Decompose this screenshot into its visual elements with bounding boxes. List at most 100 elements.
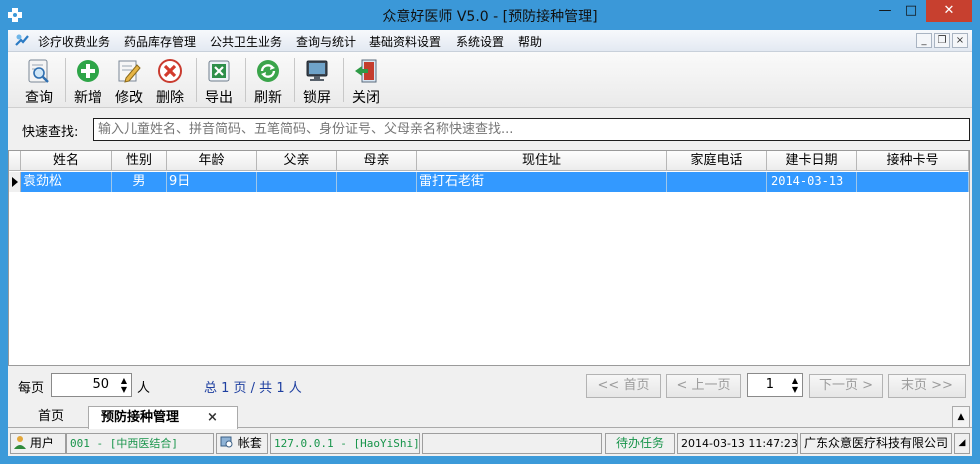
export-icon xyxy=(208,60,230,82)
edit-icon xyxy=(118,60,141,83)
grid-corner-header xyxy=(9,151,21,171)
cell-sex[interactable]: 男 xyxy=(112,172,167,192)
mdi-close-button[interactable]: × xyxy=(952,33,968,48)
status-bar: 用户 001 - [中西医结合] 帐套 127.0.0.1 - [HaoYiSh… xyxy=(8,431,972,456)
refresh-button-label: 刷新 xyxy=(254,90,282,106)
tab-vaccination-management[interactable]: 预防接种管理 × xyxy=(88,406,238,429)
query-icon xyxy=(28,59,49,83)
table-row[interactable]: 袁劲松 男 9日 雷打石老街 2014-03-13 xyxy=(9,172,969,192)
status-user-value: 001 - [中西医结合] xyxy=(66,433,214,454)
page-number-spinner[interactable]: 1 ▲ ▼ xyxy=(747,373,803,397)
status-account-panel: 帐套 xyxy=(216,433,268,454)
col-header-mother[interactable]: 母亲 xyxy=(337,151,417,171)
spin-arrows-icon[interactable]: ▲ ▼ xyxy=(792,376,798,394)
title-bar[interactable]: 众意好医师 V5.0 - [预防接种管理] — □ ✕ xyxy=(0,0,980,30)
tab-home[interactable]: 首页 xyxy=(16,406,86,428)
per-page-unit: 人 xyxy=(137,381,151,396)
app-window: 众意好医师 V5.0 - [预防接种管理] — □ ✕ 诊疗收费业务 药品库存管… xyxy=(0,0,980,464)
search-label: 快速查找: xyxy=(22,125,79,140)
window-minimize-button[interactable]: — xyxy=(872,0,898,22)
status-user-panel: 用户 xyxy=(10,433,66,454)
col-header-name[interactable]: 姓名 xyxy=(21,151,112,171)
document-tab-strip: 首页 预防接种管理 × ▲ xyxy=(8,406,972,429)
tab-label: 预防接种管理 xyxy=(101,410,180,425)
cell-address[interactable]: 雷打石老街 xyxy=(417,172,667,192)
menu-help[interactable]: 帮助 xyxy=(518,33,542,50)
cell-mother[interactable] xyxy=(337,172,417,192)
menu-system-settings[interactable]: 系统设置 xyxy=(456,33,504,50)
menu-basic-settings[interactable]: 基础资料设置 xyxy=(369,33,441,50)
quick-search-input[interactable] xyxy=(93,118,970,141)
status-account-label: 帐套 xyxy=(237,436,262,450)
delete-button[interactable]: 删除 xyxy=(148,55,192,106)
account-icon xyxy=(220,436,233,448)
tab-scroll-up-button[interactable]: ▲ xyxy=(952,406,970,428)
edit-button[interactable]: 修改 xyxy=(107,55,151,106)
per-page-value: 50 xyxy=(92,377,109,392)
spin-arrows-icon[interactable]: ▲ ▼ xyxy=(121,376,127,394)
next-page-button[interactable]: 下一页 > xyxy=(809,374,883,398)
exit-door-icon xyxy=(355,59,377,83)
status-user-label: 用户 xyxy=(29,436,54,450)
user-icon xyxy=(14,436,26,449)
status-grip-icon[interactable]: ◢ xyxy=(954,433,970,454)
window-close-button[interactable]: ✕ xyxy=(926,0,972,22)
status-datetime: 2014-03-13 11:47:23 xyxy=(677,433,798,454)
menu-public-health[interactable]: 公共卫生业务 xyxy=(210,33,282,50)
app-menu-icon[interactable] xyxy=(14,33,30,49)
window-maximize-button[interactable]: □ xyxy=(898,0,924,22)
close-button[interactable]: 关闭 xyxy=(344,55,388,106)
delete-icon xyxy=(158,59,182,83)
status-empty-panel xyxy=(422,433,602,454)
close-button-label: 关闭 xyxy=(352,90,380,106)
window-title: 众意好医师 V5.0 - [预防接种管理] xyxy=(382,9,598,25)
add-icon xyxy=(77,60,99,82)
current-row-arrow-icon xyxy=(12,177,18,187)
mdi-minimize-button[interactable]: _ xyxy=(916,33,932,48)
cell-phone[interactable] xyxy=(667,172,767,192)
cell-card-no[interactable] xyxy=(857,172,969,192)
cell-age[interactable]: 9日 xyxy=(167,172,257,192)
menu-clinic-billing[interactable]: 诊疗收费业务 xyxy=(38,33,110,50)
toolbar: 查询 新增 修改 删除 导出 刷新 锁屏 关闭 xyxy=(8,52,972,108)
monitor-icon xyxy=(306,60,328,81)
col-header-sex[interactable]: 性别 xyxy=(112,151,167,171)
pager-summary: 总 1 页 / 共 1 人 xyxy=(204,381,302,396)
last-page-button[interactable]: 末页 >> xyxy=(888,374,966,398)
lock-screen-button-label: 锁屏 xyxy=(303,90,331,106)
col-header-card-date[interactable]: 建卡日期 xyxy=(767,151,857,171)
col-header-phone[interactable]: 家庭电话 xyxy=(667,151,767,171)
cell-father[interactable] xyxy=(257,172,337,192)
col-header-card-no[interactable]: 接种卡号 xyxy=(857,151,969,171)
first-page-button[interactable]: << 首页 xyxy=(586,374,661,398)
status-todo-tasks[interactable]: 待办任务 xyxy=(605,433,675,454)
prev-page-button[interactable]: < 上一页 xyxy=(666,374,741,398)
mdi-restore-button[interactable]: ❐ xyxy=(934,33,950,48)
status-account-value: 127.0.0.1 - [HaoYiShi] xyxy=(270,433,420,454)
export-button-label: 导出 xyxy=(205,90,233,106)
main-frame: 诊疗收费业务 药品库存管理 公共卫生业务 查询与统计 基础资料设置 系统设置 帮… xyxy=(8,30,972,456)
per-page-label: 每页 xyxy=(18,381,45,396)
query-button[interactable]: 查询 xyxy=(17,55,61,106)
col-header-father[interactable]: 父亲 xyxy=(257,151,337,171)
add-button[interactable]: 新增 xyxy=(66,55,110,106)
cell-card-date[interactable]: 2014-03-13 xyxy=(767,172,857,192)
add-button-label: 新增 xyxy=(74,90,102,106)
col-header-address[interactable]: 现住址 xyxy=(417,151,667,171)
refresh-button[interactable]: 刷新 xyxy=(246,55,290,106)
lock-screen-button[interactable]: 锁屏 xyxy=(295,55,339,106)
menu-bar: 诊疗收费业务 药品库存管理 公共卫生业务 查询与统计 基础资料设置 系统设置 帮… xyxy=(8,30,972,52)
col-header-age[interactable]: 年龄 xyxy=(167,151,257,171)
query-button-label: 查询 xyxy=(25,90,53,106)
children-grid[interactable]: 姓名 性别 年龄 父亲 母亲 现住址 家庭电话 建卡日期 接种卡号 袁劲松 男 … xyxy=(8,150,970,366)
tab-close-icon[interactable]: × xyxy=(207,407,218,428)
menu-drug-inventory[interactable]: 药品库存管理 xyxy=(124,33,196,50)
per-page-spinner[interactable]: 50 ▲ ▼ xyxy=(51,373,132,397)
status-company: 广东众意医疗科技有限公司 xyxy=(800,433,952,454)
cell-name[interactable]: 袁劲松 xyxy=(21,172,112,192)
edit-button-label: 修改 xyxy=(115,90,143,106)
export-button[interactable]: 导出 xyxy=(197,55,241,106)
delete-button-label: 删除 xyxy=(156,90,184,106)
menu-query-stats[interactable]: 查询与统计 xyxy=(296,33,356,50)
refresh-icon xyxy=(257,60,279,82)
